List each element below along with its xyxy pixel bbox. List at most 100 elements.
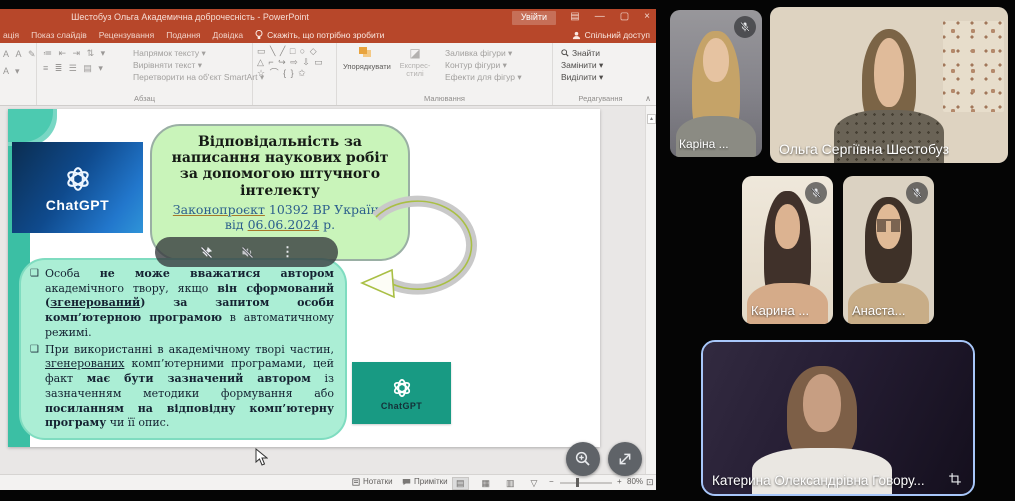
zoom-in-overlay-button[interactable] <box>566 442 600 476</box>
tab-slideshow[interactable]: Показ слайдів <box>31 30 87 40</box>
slide-scrollbar[interactable]: ▴ <box>645 106 656 474</box>
tab-view[interactable]: Подання <box>166 30 200 40</box>
text-direction-button[interactable]: Напрямок тексту ▾ <box>133 47 264 59</box>
participant-video <box>770 7 1008 163</box>
participant-tile-anastasiia[interactable]: Анаста... <box>843 176 934 324</box>
find-button[interactable]: Знайти <box>561 47 603 59</box>
participant-video <box>703 342 973 494</box>
ribbon-display-options-button[interactable]: ▤ <box>570 11 579 22</box>
chatgpt-logo-box: ChatGPT <box>352 362 451 424</box>
zoom-in-button[interactable]: + <box>617 477 622 486</box>
person-icon <box>572 31 581 40</box>
zoom-out-button[interactable]: − <box>549 477 554 486</box>
search-icon <box>561 49 569 57</box>
tab-help[interactable]: Довідка <box>213 30 244 40</box>
zoom-slider-handle[interactable] <box>576 478 579 487</box>
participant-tile-karyna2[interactable]: Карина ... <box>742 176 833 324</box>
notes-button[interactable]: Нотатки <box>352 477 393 486</box>
quick-styles-icon: ◪ <box>393 47 437 60</box>
chatgpt-image: ChatGPT <box>12 142 143 233</box>
slide-body-bubble: ❑ Особа не може вважатися автором академ… <box>19 258 347 440</box>
arrange-button[interactable]: Упорядкувати <box>343 47 387 71</box>
participant-name: Катерина Олександрівна Говору... <box>712 473 925 488</box>
mic-muted-icon <box>805 182 827 204</box>
share-button[interactable]: Спільний доступ <box>572 27 650 43</box>
chatgpt-label: ChatGPT <box>46 197 109 213</box>
participant-name: Карина ... <box>751 303 809 318</box>
view-slide-sorter-button[interactable]: ▦ <box>479 478 494 489</box>
openai-logo-icon <box>62 163 94 195</box>
mic-muted-icon <box>734 16 756 38</box>
slide-canvas[interactable]: ChatGPT Відповідальність за написання на… <box>8 109 600 447</box>
close-button[interactable]: × <box>644 11 650 22</box>
window-titlebar: Шестобуз Ольга Академична доброчесність … <box>0 9 656 27</box>
arrange-icon <box>359 47 372 58</box>
collapse-ribbon-button[interactable]: ∧ <box>645 94 651 103</box>
glasses <box>877 219 901 232</box>
more-options-icon[interactable]: ⋮ <box>281 244 294 260</box>
smartart-convert-button[interactable]: Перетворити на об'єкт SmartArt ▾ <box>133 71 264 83</box>
screen: Шестобуз Ольга Академична доброчесність … <box>0 0 1015 501</box>
tab-review[interactable]: Рецензування <box>99 30 154 40</box>
participant-tile-olha[interactable]: Ольга Сергіївна Шестобуз <box>770 7 1008 163</box>
minimize-button[interactable]: — <box>595 11 605 22</box>
magnifier-plus-icon <box>574 450 592 468</box>
ribbon-group-drawing: Упорядкувати ◪ Експрес-стилі Заливка фіг… <box>337 43 553 105</box>
select-button[interactable]: Виділити ▾ <box>561 71 603 83</box>
align-text-button[interactable]: Вирівняти текст ▾ <box>133 59 264 71</box>
tab-animation-truncated[interactable]: ація <box>3 30 19 40</box>
expand-fullscreen-button[interactable] <box>608 442 642 476</box>
ribbon-tabs: ація Показ слайдів Рецензування Подання … <box>0 27 656 43</box>
ribbon-group-editing: Знайти Замінити ▾ Виділити ▾ Редагування <box>553 43 648 105</box>
comments-button[interactable]: Примітки <box>402 477 448 486</box>
quick-styles-button[interactable]: ◪ Експрес-стилі <box>393 47 437 79</box>
bullet-square-icon: ❑ <box>30 267 39 280</box>
view-normal-button[interactable]: ▤ <box>452 477 469 490</box>
ribbon-group-shapes: ▭ ╲ ╱ □ ○ ◇ △ ⌐ ↪ ⇨ ⇩ ▭ ☆ ⌒ { } ✩ <box>253 43 337 105</box>
signin-button[interactable]: Увійти <box>512 11 556 25</box>
mouse-cursor <box>255 448 268 466</box>
expand-icon <box>617 451 633 467</box>
drawing-group-label: Малювання <box>337 94 552 103</box>
ribbon-group-paragraph: ≔ ⇤ ⇥ ⇅ ▾ ≡ ≣ ☰ ▤ ▾ Напрямок тексту ▾ Ви… <box>37 43 253 105</box>
audio-muted-icon[interactable] <box>240 245 255 260</box>
slide-bullet-1: ❑ Особа не може вважатися автором академ… <box>30 267 334 341</box>
slide-bullet-2: ❑ При використанні в академічному творі … <box>30 343 334 431</box>
paragraph-group-label: Абзац <box>37 94 252 103</box>
participant-name: Ольга Сергіївна Шестобуз <box>779 141 949 157</box>
crop-icon[interactable] <box>948 472 962 486</box>
circular-arrow-shape <box>348 171 488 311</box>
powerpoint-window: Шестобуз Ольга Академична доброчесність … <box>0 9 656 490</box>
unpin-icon[interactable] <box>199 245 214 260</box>
mic-muted-icon <box>906 182 928 204</box>
zoom-level[interactable]: 80% <box>627 477 643 486</box>
slide-area: ChatGPT Відповідальність за написання на… <box>0 106 656 474</box>
shapes-gallery[interactable]: ▭ ╲ ╱ □ ○ ◇ △ ⌐ ↪ ⇨ ⇩ ▭ ☆ ⌒ { } ✩ <box>253 43 336 79</box>
openai-logo-icon <box>390 376 414 400</box>
fit-to-window-button[interactable]: ⊡ <box>646 477 654 488</box>
shape-effects-button[interactable]: Ефекти для фігур ▾ <box>445 71 522 83</box>
scroll-up-button[interactable]: ▴ <box>647 114 656 124</box>
slide-corner-shape <box>8 109 57 146</box>
ribbon-group-font-partial: А А ✎ A ▾ <box>0 43 37 105</box>
shape-outline-button[interactable]: Контур фігури ▾ <box>445 59 522 71</box>
comment-icon <box>402 478 411 486</box>
view-reading-button[interactable]: ▥ <box>503 478 518 489</box>
meet-tile-controls: ⋮ <box>155 237 338 267</box>
shape-fill-button[interactable]: Заливка фігури ▾ <box>445 47 522 59</box>
restore-button[interactable]: ▢ <box>620 11 629 22</box>
participant-name: Каріна ... <box>679 137 729 151</box>
notes-icon <box>352 478 360 486</box>
editing-group-label: Редагування <box>553 94 648 103</box>
zoom-slider[interactable] <box>560 482 612 484</box>
participant-tile-kateryna-speaking[interactable]: Катерина Олександрівна Говору... <box>701 340 975 496</box>
participant-tile-karina1[interactable]: Каріна ... <box>670 10 762 157</box>
replace-button[interactable]: Замінити ▾ <box>561 59 603 71</box>
bullet-square-icon: ❑ <box>30 343 39 356</box>
window-title: Шестобуз Ольга Академична доброчесність … <box>60 12 320 22</box>
tellme-box[interactable]: Скажіть, що потрібно зробити <box>255 30 384 40</box>
participant-name: Анаста... <box>852 303 905 318</box>
font-buttons[interactable]: А А ✎ <box>0 43 36 60</box>
view-slideshow-button[interactable]: ▽ <box>528 478 541 489</box>
ppt-statusbar: Нотатки Примітки ▤ ▦ ▥ ▽ − + 80% ⊡ <box>0 474 656 490</box>
